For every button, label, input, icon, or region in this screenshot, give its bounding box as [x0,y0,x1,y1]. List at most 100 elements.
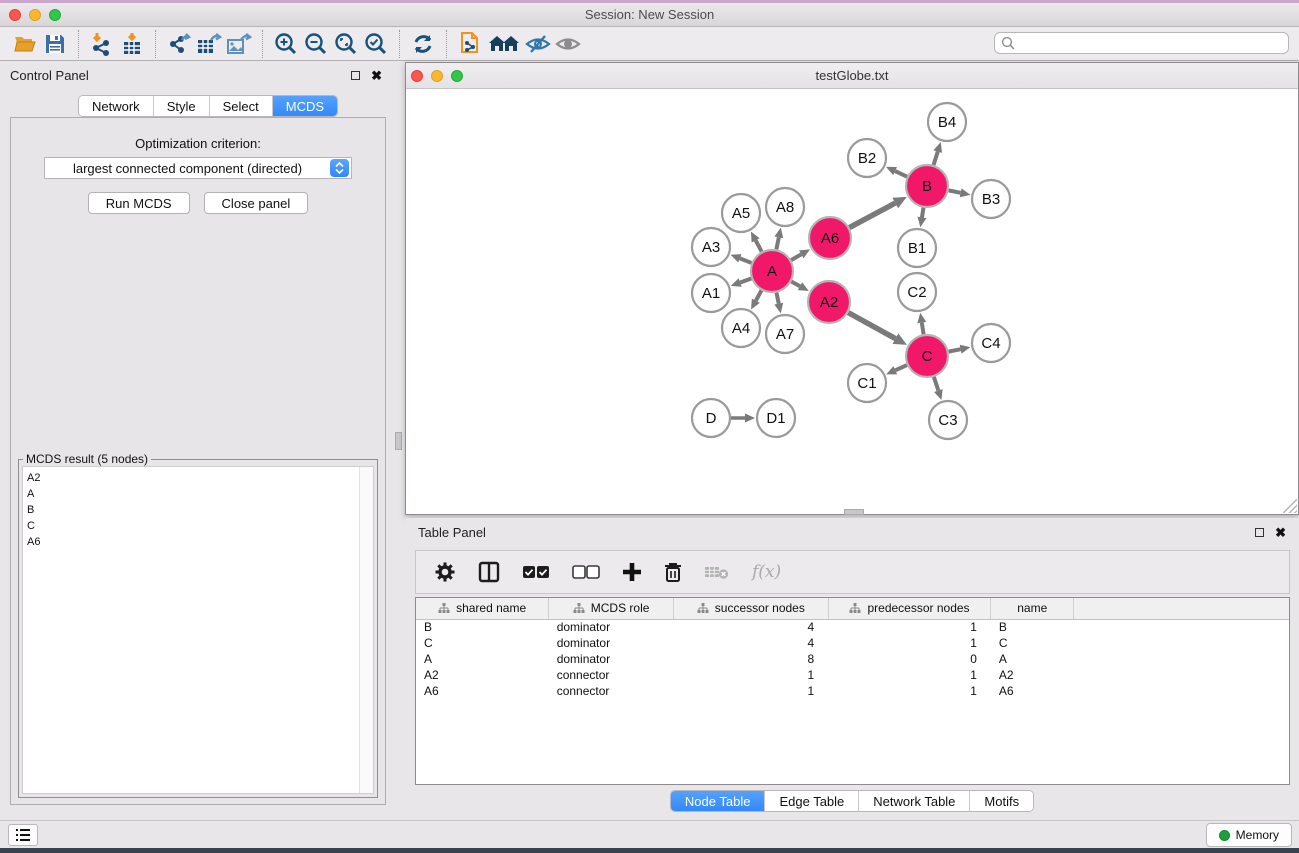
table-row[interactable]: Bdominator41B [416,619,1289,635]
table-cell[interactable]: 1 [673,667,828,683]
table-cell[interactable]: dominator [549,619,674,635]
refresh-button[interactable] [408,30,438,58]
column-header-predecessor-nodes[interactable]: predecessor nodes [828,598,991,619]
graph-edge-A-A4[interactable] [756,290,762,300]
table-cell[interactable]: 1 [828,619,991,635]
select-all-columns-icon[interactable] [522,565,550,579]
save-session-button[interactable] [40,30,70,58]
graph-edge-C-C1[interactable] [895,365,907,370]
task-history-button[interactable] [8,824,38,846]
tab-mcds[interactable]: MCDS [273,96,337,116]
graph-edge-A2-C[interactable] [848,313,895,339]
export-table-button[interactable] [194,30,224,58]
table-settings-icon[interactable] [434,561,456,583]
delete-table-icon[interactable] [704,564,730,580]
graph-edge-A-A8[interactable] [776,237,778,249]
search-input[interactable] [994,32,1289,54]
table-cell[interactable]: dominator [549,651,674,667]
zoom-selected-button[interactable] [361,30,391,58]
export-network-button[interactable] [164,30,194,58]
import-network-button[interactable] [87,30,117,58]
zoom-out-button[interactable] [301,30,331,58]
memory-button[interactable]: Memory [1206,823,1292,847]
table-cell[interactable]: C [991,635,1074,651]
table-cell[interactable]: A2 [416,667,549,683]
table-row[interactable]: A6connector11A6 [416,683,1289,699]
table-cell[interactable]: 0 [828,651,991,667]
network-canvas[interactable]: B4B2BB3A8A5A6A3B1AA1C2A2A4A7C4CC1DD1C3 [406,89,1298,514]
column-header-name[interactable]: name [991,598,1074,619]
canvas-divider-grip[interactable] [844,509,864,515]
graph-edge-A6-B[interactable] [849,203,895,228]
graph-edge-C-C4[interactable] [949,349,961,351]
graph-edge-A-A5[interactable] [756,240,762,251]
home-button[interactable] [485,30,523,58]
divider-grip[interactable] [395,432,402,450]
table-cell[interactable]: A2 [991,667,1074,683]
float-panel-icon[interactable] [351,71,360,80]
float-table-panel-icon[interactable] [1255,528,1264,537]
graph-edge-B-B1[interactable] [922,208,924,218]
mcds-result-item[interactable]: A6 [27,534,373,550]
table-cell[interactable]: 8 [673,651,828,667]
graph-edge-B-B2[interactable] [895,171,907,177]
table-cell[interactable]: 1 [828,635,991,651]
tab-motifs[interactable]: Motifs [970,791,1033,811]
add-column-icon[interactable] [622,562,642,582]
tab-select[interactable]: Select [210,96,273,116]
mcds-result-list[interactable]: A2ABCA6 [22,466,374,794]
list-scrollbar[interactable] [359,467,373,793]
mcds-result-item[interactable]: B [27,502,373,518]
delete-column-icon[interactable] [664,562,682,583]
new-session-from-selection-button[interactable] [455,30,485,58]
window-resize-grip[interactable] [1283,499,1297,513]
mcds-result-item[interactable]: C [27,518,373,534]
tab-style[interactable]: Style [154,96,210,116]
column-header-successor-nodes[interactable]: successor nodes [673,598,828,619]
table-cell[interactable]: A6 [416,683,549,699]
open-file-button[interactable] [10,30,40,58]
tab-network[interactable]: Network [79,96,154,116]
graph-edge-A-A3[interactable] [740,258,752,263]
table-row[interactable]: A2connector11A2 [416,667,1289,683]
close-panel-icon[interactable]: ✖ [371,69,382,82]
hide-details-button[interactable] [523,30,553,58]
table-cell[interactable]: 1 [673,683,828,699]
tab-edge-table[interactable]: Edge Table [765,791,859,811]
table-row[interactable]: Cdominator41C [416,635,1289,651]
close-table-panel-icon[interactable]: ✖ [1275,526,1286,539]
deselect-all-columns-icon[interactable] [572,565,600,579]
graph-edge-A-A1[interactable] [740,278,751,282]
close-panel-button[interactable]: Close panel [204,192,309,214]
node-table[interactable]: shared nameMCDS rolesuccessor nodesprede… [415,597,1290,785]
tab-node-table[interactable]: Node Table [671,791,766,811]
table-cell[interactable]: B [416,619,549,635]
tab-network-table[interactable]: Network Table [859,791,970,811]
table-cell[interactable]: B [991,619,1074,635]
zoom-fit-button[interactable] [331,30,361,58]
table-cell[interactable]: A [991,651,1074,667]
graph-edge-C-C2[interactable] [922,323,924,335]
graph-edge-B-B3[interactable] [949,190,961,192]
table-cell[interactable]: dominator [549,635,674,651]
table-header-row[interactable]: shared nameMCDS rolesuccessor nodesprede… [416,598,1289,619]
function-builder-icon[interactable]: f(x) [752,562,781,582]
graph-edge-A-A6[interactable] [791,254,801,260]
show-details-button[interactable] [553,30,583,58]
table-cell[interactable]: A [416,651,549,667]
graph-edge-C-C3[interactable] [934,377,938,391]
export-image-button[interactable] [224,30,254,58]
graph-edge-A-A7[interactable] [776,293,778,304]
run-mcds-button[interactable]: Run MCDS [88,192,190,214]
column-header-shared-name[interactable]: shared name [416,598,549,619]
graph-edge-A-A2[interactable] [791,282,800,287]
graph-edge-B-B4[interactable] [934,152,938,165]
import-table-button[interactable] [117,30,147,58]
zoom-in-button[interactable] [271,30,301,58]
table-row[interactable]: Adominator80A [416,651,1289,667]
table-cell[interactable]: A6 [991,683,1074,699]
column-header-MCDS-role[interactable]: MCDS role [549,598,674,619]
table-cell[interactable]: 4 [673,619,828,635]
table-cell[interactable]: 1 [828,667,991,683]
mcds-result-item[interactable]: A2 [27,470,373,486]
